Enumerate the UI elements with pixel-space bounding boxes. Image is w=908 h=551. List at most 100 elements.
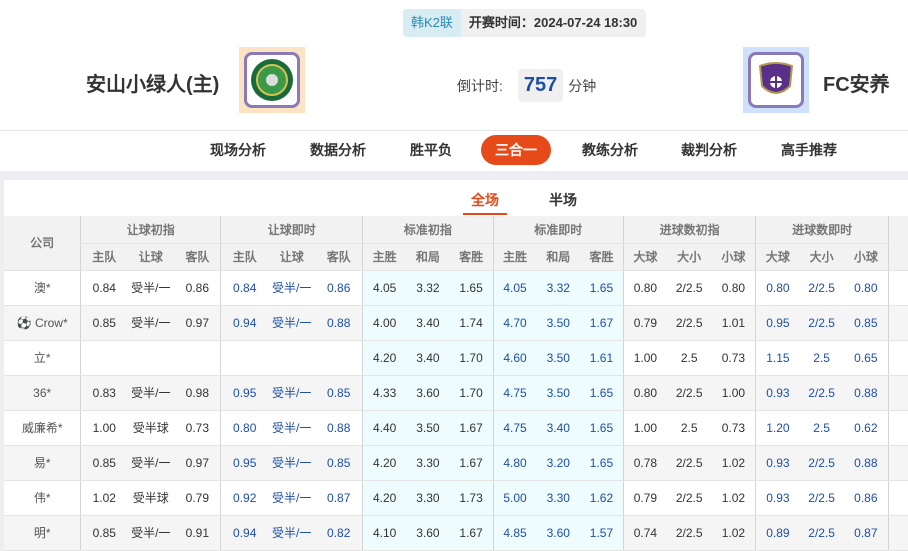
odds-cell[interactable]: 2/2.5 [799, 305, 844, 341]
odds-cell[interactable]: 2/2.5 [799, 480, 844, 516]
odds-cell[interactable]: 1.73 [449, 480, 494, 516]
odds-cell[interactable]: 1.00 [622, 340, 667, 376]
odds-cell[interactable]: 0.86 [315, 270, 363, 306]
odds-cell[interactable]: 1.15 [755, 340, 800, 376]
nav-tab-expert-picks[interactable]: 高手推荐 [769, 135, 849, 165]
nav-tab-live-analysis[interactable]: 现场分析 [198, 135, 278, 165]
nav-tab-three-in-one[interactable]: 三合一 [481, 135, 551, 165]
odds-cell[interactable]: 2.5 [799, 340, 844, 376]
odds-cell[interactable]: 4.80 [492, 445, 537, 481]
odds-cell[interactable]: 0.85 [843, 305, 889, 341]
odds-cell[interactable]: 0.85 [80, 305, 128, 341]
odds-cell[interactable]: 3.30 [406, 480, 450, 516]
odds-cell[interactable]: 0.80 [622, 270, 667, 306]
odds-cell[interactable]: 受半/一 [127, 270, 175, 306]
odds-cell[interactable]: 2/2.5 [666, 445, 712, 481]
odds-cell[interactable]: 0.82 [315, 515, 363, 551]
odds-cell[interactable]: 3.50 [536, 340, 580, 376]
odds-cell[interactable]: 0.79 [622, 305, 667, 341]
odds-cell[interactable]: 3.20 [536, 445, 580, 481]
odds-cell[interactable]: 0.86 [843, 480, 889, 516]
odds-cell[interactable]: 3.60 [406, 375, 450, 411]
odds-cell[interactable]: 1.57 [579, 515, 624, 551]
odds-cell[interactable]: 1.65 [579, 410, 624, 446]
odds-cell[interactable]: 受半/一 [127, 445, 175, 481]
odds-cell[interactable]: 4.75 [492, 375, 537, 411]
company-cell[interactable]: 澳* [4, 270, 81, 306]
odds-cell[interactable]: 0.85 [80, 515, 128, 551]
odds-cell[interactable]: 0.91 [174, 515, 221, 551]
odds-cell[interactable]: 受半/一 [268, 410, 316, 446]
odds-cell[interactable]: 2.5 [666, 410, 712, 446]
league-badge[interactable]: 韩K2联 [403, 9, 461, 37]
odds-cell[interactable]: 2/2.5 [799, 445, 844, 481]
odds-cell[interactable]: 0.73 [711, 340, 756, 376]
odds-cell[interactable]: 2/2.5 [666, 375, 712, 411]
odds-cell[interactable]: 0.98 [174, 375, 221, 411]
odds-cell[interactable]: 3.60 [536, 515, 580, 551]
odds-cell[interactable]: 0.95 [220, 445, 269, 481]
odds-cell[interactable]: 3.32 [406, 270, 450, 306]
odds-cell[interactable]: 2/2.5 [666, 515, 712, 551]
odds-cell[interactable]: 1.65 [579, 270, 624, 306]
odds-cell[interactable]: 4.20 [362, 445, 407, 481]
odds-cell[interactable]: 1.02 [711, 480, 756, 516]
odds-cell[interactable]: 0.93 [755, 445, 800, 481]
company-cell[interactable]: ⚽ Crow* [4, 305, 81, 341]
odds-cell[interactable]: 1.02 [711, 515, 756, 551]
odds-cell[interactable]: 0.94 [220, 515, 269, 551]
odds-cell[interactable]: 受半/一 [268, 480, 316, 516]
odds-cell[interactable]: 0.80 [843, 270, 889, 306]
odds-cell[interactable]: 1.70 [449, 375, 494, 411]
odds-cell[interactable]: 1.70 [449, 340, 494, 376]
odds-cell[interactable] [80, 340, 128, 376]
odds-cell[interactable]: 3.30 [406, 445, 450, 481]
odds-cell[interactable]: 0.97 [174, 305, 221, 341]
odds-cell[interactable]: 0.79 [174, 480, 221, 516]
odds-cell[interactable]: 1.02 [80, 480, 128, 516]
odds-cell[interactable]: 0.88 [843, 375, 889, 411]
odds-cell[interactable]: 0.78 [622, 445, 667, 481]
odds-cell[interactable]: 受半/一 [268, 305, 316, 341]
odds-cell[interactable] [127, 340, 175, 376]
odds-cell[interactable]: 受半/一 [127, 375, 175, 411]
odds-cell[interactable]: 0.79 [622, 480, 667, 516]
odds-cell[interactable]: 1.67 [579, 305, 624, 341]
odds-cell[interactable]: 4.05 [362, 270, 407, 306]
odds-cell[interactable]: 0.88 [843, 445, 889, 481]
odds-cell[interactable]: 2/2.5 [799, 270, 844, 306]
odds-cell[interactable]: 0.87 [315, 480, 363, 516]
odds-cell[interactable]: 1.00 [622, 410, 667, 446]
odds-cell[interactable]: 1.62 [579, 480, 624, 516]
odds-cell[interactable] [220, 340, 269, 376]
odds-cell[interactable]: 4.60 [492, 340, 537, 376]
odds-cell[interactable]: 0.73 [711, 410, 756, 446]
odds-cell[interactable]: 0.85 [80, 445, 128, 481]
company-cell[interactable]: 立* [4, 340, 81, 376]
odds-cell[interactable]: 0.80 [755, 270, 800, 306]
odds-cell[interactable]: 4.85 [492, 515, 537, 551]
company-cell[interactable]: 明* [4, 515, 81, 551]
odds-cell[interactable]: 受半/一 [127, 305, 175, 341]
odds-cell[interactable]: 4.70 [492, 305, 537, 341]
odds-cell[interactable]: 3.32 [536, 270, 580, 306]
odds-cell[interactable]: 受半/一 [268, 515, 316, 551]
odds-cell[interactable]: 1.01 [711, 305, 756, 341]
odds-cell[interactable]: 4.40 [362, 410, 407, 446]
odds-cell[interactable]: 受半球 [127, 410, 175, 446]
odds-cell[interactable]: 0.84 [220, 270, 269, 306]
nav-tab-win-draw-lose[interactable]: 胜平负 [398, 135, 464, 165]
odds-cell[interactable]: 0.73 [174, 410, 221, 446]
odds-cell[interactable]: 0.95 [220, 375, 269, 411]
odds-cell[interactable]: 0.85 [315, 445, 363, 481]
odds-cell[interactable]: 4.20 [362, 480, 407, 516]
company-cell[interactable]: 威廉希* [4, 410, 81, 446]
odds-cell[interactable]: 1.67 [449, 445, 494, 481]
away-team-name[interactable]: FC安养 [823, 68, 890, 97]
odds-cell[interactable]: 0.87 [843, 515, 889, 551]
odds-cell[interactable]: 4.05 [492, 270, 537, 306]
odds-cell[interactable]: 受半/一 [127, 515, 175, 551]
odds-cell[interactable]: 1.67 [449, 515, 494, 551]
odds-cell[interactable]: 1.00 [711, 375, 756, 411]
odds-cell[interactable]: 0.80 [220, 410, 269, 446]
